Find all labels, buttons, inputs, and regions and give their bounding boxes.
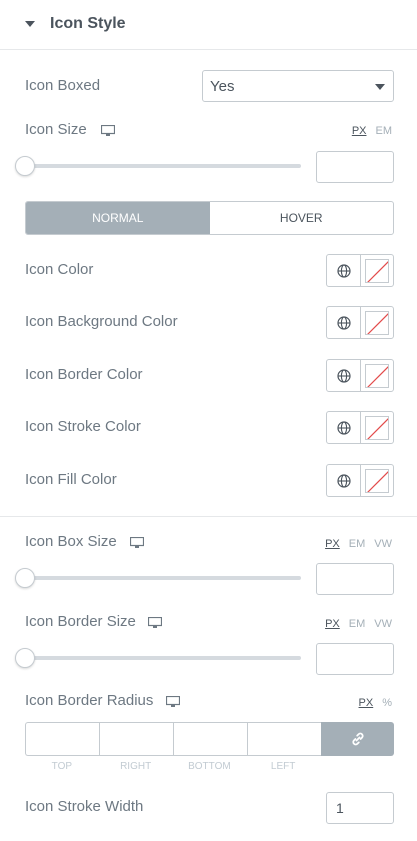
icon-border-size-slider-track[interactable]: [25, 656, 301, 660]
icon-stroke-width-label: Icon Stroke Width: [25, 798, 144, 815]
icon-border-size-label: Icon Border Size: [25, 613, 136, 630]
unit-px[interactable]: PX: [325, 538, 340, 550]
icon-size-input[interactable]: [316, 151, 394, 183]
color-swatch[interactable]: [361, 360, 393, 391]
unit-vw[interactable]: VW: [374, 538, 392, 550]
radius-left-input[interactable]: [247, 722, 321, 756]
icon-border-radius-label: Icon Border Radius: [25, 692, 154, 709]
unit-vw[interactable]: VW: [374, 618, 392, 630]
globe-icon[interactable]: [327, 465, 361, 496]
unit-em[interactable]: EM: [376, 125, 393, 137]
border-radius-field-labels: TOP RIGHT BOTTOM LEFT: [25, 761, 320, 772]
color-swatch[interactable]: [361, 465, 393, 496]
tab-hover[interactable]: HOVER: [210, 202, 394, 234]
icon-size-units: PX EM: [352, 125, 392, 137]
icon-box-size-units: PX EM VW: [325, 538, 392, 550]
icon-boxed-select[interactable]: Yes: [202, 70, 394, 102]
icon-size-slider-track[interactable]: [25, 164, 301, 168]
globe-icon[interactable]: [327, 307, 361, 338]
icon-border-size-units: PX EM VW: [325, 618, 392, 630]
tab-normal[interactable]: NORMAL: [26, 202, 210, 234]
icon-border-size-input[interactable]: [316, 643, 394, 675]
icon-boxed-label: Icon Boxed: [25, 77, 101, 94]
icon-background-color-label: Icon Background Color: [25, 313, 178, 330]
color-swatch[interactable]: [361, 307, 393, 338]
unit-px[interactable]: PX: [352, 125, 367, 137]
color-swatch[interactable]: [361, 255, 393, 286]
icon-fill-color-picker: [326, 464, 394, 497]
icon-border-size-slider-handle[interactable]: [15, 648, 35, 668]
icon-stroke-color-picker: [326, 411, 394, 444]
desktop-monitor-icon[interactable]: [166, 696, 180, 707]
unit-px[interactable]: PX: [359, 697, 374, 709]
radius-left-label: LEFT: [270, 761, 296, 772]
icon-border-color-label: Icon Border Color: [25, 366, 143, 383]
icon-background-color-picker: [326, 306, 394, 339]
color-swatch[interactable]: [361, 412, 393, 443]
section-divider: [0, 516, 417, 517]
section-header[interactable]: Icon Style: [0, 0, 417, 50]
icon-fill-color-label: Icon Fill Color: [25, 471, 117, 488]
radius-top-input[interactable]: [25, 722, 99, 756]
icon-color-label: Icon Color: [25, 261, 94, 278]
globe-icon[interactable]: [327, 255, 361, 286]
icon-box-size-input[interactable]: [316, 563, 394, 595]
icon-stroke-width-input[interactable]: 1: [326, 792, 394, 824]
no-color-swatch: [365, 468, 389, 493]
radius-bottom-label: BOTTOM: [188, 761, 231, 772]
icon-box-size-label: Icon Box Size: [25, 533, 117, 550]
unit-em[interactable]: EM: [349, 618, 366, 630]
no-color-swatch: [365, 363, 389, 388]
no-color-swatch: [365, 415, 389, 440]
chevron-down-icon: [375, 84, 385, 90]
radius-bottom-input[interactable]: [173, 722, 247, 756]
section-title: Icon Style: [50, 15, 126, 32]
no-color-swatch: [365, 258, 389, 283]
radius-right-label: RIGHT: [120, 761, 152, 772]
desktop-monitor-icon[interactable]: [148, 617, 162, 628]
unit-px[interactable]: PX: [325, 618, 340, 630]
icon-border-color-picker: [326, 359, 394, 392]
radius-top-label: TOP: [51, 761, 73, 772]
state-tabs: NORMAL HOVER: [25, 201, 394, 235]
link-values-button[interactable]: [321, 722, 394, 756]
icon-stroke-color-label: Icon Stroke Color: [25, 418, 141, 435]
globe-icon[interactable]: [327, 412, 361, 443]
icon-box-size-slider-track[interactable]: [25, 576, 301, 580]
icon-stroke-width-value: 1: [336, 800, 344, 816]
icon-boxed-value: Yes: [210, 78, 235, 95]
icon-border-radius-units: PX %: [359, 697, 392, 709]
caret-down-icon[interactable]: [25, 21, 35, 27]
radius-right-input[interactable]: [99, 722, 173, 756]
border-radius-dimensions: [25, 722, 394, 756]
unit-percent[interactable]: %: [382, 697, 392, 709]
icon-size-slider-handle[interactable]: [15, 156, 35, 176]
desktop-monitor-icon[interactable]: [101, 125, 115, 136]
unit-em[interactable]: EM: [349, 538, 366, 550]
icon-size-label: Icon Size: [25, 121, 87, 138]
no-color-swatch: [365, 310, 389, 335]
icon-box-size-slider-handle[interactable]: [15, 568, 35, 588]
desktop-monitor-icon[interactable]: [130, 537, 144, 548]
globe-icon[interactable]: [327, 360, 361, 391]
link-icon: [351, 732, 364, 746]
icon-color-picker: [326, 254, 394, 287]
